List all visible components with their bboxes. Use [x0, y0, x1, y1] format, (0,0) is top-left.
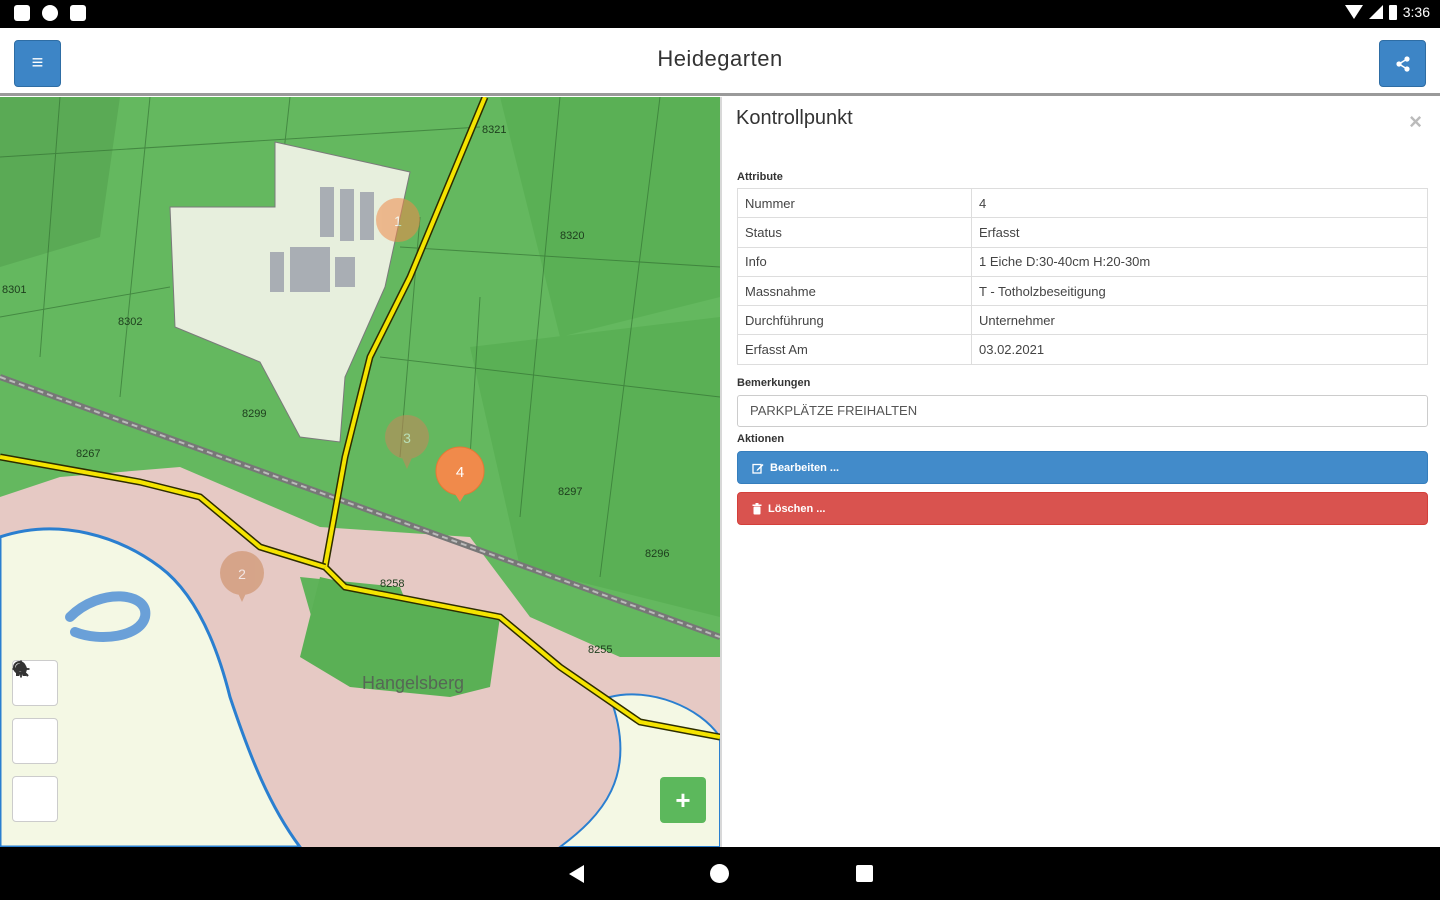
attribute-value: T - Totholzbeseitigung: [971, 275, 1428, 307]
attributes-heading: Attribute: [737, 171, 783, 183]
parcel-label: 8255: [588, 644, 612, 656]
table-row: Nummer 4: [737, 187, 1428, 219]
wifi-icon: [1344, 5, 1363, 19]
parcel-label: 8297: [558, 486, 582, 498]
notification-icon: [14, 5, 30, 21]
edit-icon: [752, 463, 764, 474]
edit-button-label: Bearbeiten ...: [770, 461, 840, 474]
table-row: Erfasst Am 03.02.2021: [737, 334, 1428, 365]
map-controls: [12, 660, 58, 834]
map-canvas[interactable]: 8321 8320 8302 8299 8297 8296 8258 8255 …: [0, 97, 720, 847]
share-button[interactable]: [1379, 40, 1426, 87]
app-bar: ≡ Heidegarten: [0, 28, 1440, 96]
status-bar-right: 3:36: [1344, 4, 1430, 20]
battery-icon: [1388, 4, 1397, 20]
marker-label: 3: [403, 430, 411, 446]
attribute-value: 03.02.2021: [971, 334, 1428, 365]
attribute-key: Info: [737, 246, 972, 277]
recent-apps-icon[interactable]: [856, 865, 873, 882]
attributes-table: Nummer 4 Status Erfasst Info 1 Eiche D:3…: [737, 187, 1428, 365]
table-row: Info 1 Eiche D:30-40cm H:20-30m: [737, 246, 1428, 277]
home-circle-icon[interactable]: [710, 864, 729, 883]
detail-panel: Kontrollpunkt × Attribute Nummer 4 Statu…: [720, 97, 1440, 847]
map-view[interactable]: 8321 8320 8302 8299 8297 8296 8258 8255 …: [0, 97, 720, 847]
panel-title: Kontrollpunkt: [736, 107, 853, 129]
parcel-label: 8258: [380, 578, 404, 590]
table-row: Durchführung Unternehmer: [737, 305, 1428, 336]
edit-button[interactable]: Bearbeiten ...: [737, 451, 1428, 484]
status-time: 3:36: [1402, 4, 1430, 20]
status-bar: 3:36: [0, 0, 1440, 28]
trash-icon: [752, 502, 762, 514]
plus-icon: +: [675, 784, 691, 815]
parcel-label: 8302: [118, 316, 142, 328]
delete-button[interactable]: Löschen ...: [737, 492, 1428, 525]
page-title: Heidegarten: [657, 46, 783, 71]
delete-button-label: Löschen ...: [768, 502, 826, 515]
parcel-label: 8320: [560, 230, 584, 242]
attribute-key: Status: [737, 217, 972, 248]
map-locate-button[interactable]: [12, 660, 58, 822]
parcel-label: 8321: [482, 124, 506, 136]
place-label: Hangelsberg: [362, 673, 464, 693]
sd-card-icon: [70, 5, 86, 21]
parcel-label: 8301: [2, 284, 26, 296]
locate-icon: [12, 660, 30, 678]
table-row: Massnahme T - Totholzbeseitigung: [737, 275, 1428, 307]
remarks-heading: Bemerkungen: [737, 377, 811, 389]
attribute-key: Durchführung: [737, 305, 972, 336]
attribute-key: Nummer: [737, 187, 972, 219]
attribute-key: Massnahme: [737, 275, 972, 307]
parcel-label: 8267: [76, 448, 100, 460]
navigation-bar: [0, 847, 1440, 900]
parcel-label: 8299: [242, 408, 266, 420]
signal-icon: [1368, 5, 1383, 19]
map-marker-1[interactable]: 1: [376, 198, 420, 242]
back-icon[interactable]: [569, 865, 584, 883]
attribute-key: Erfasst Am: [737, 334, 972, 365]
share-icon: [1395, 55, 1410, 72]
parcel-label: 8296: [645, 548, 669, 560]
marker-label: 1: [394, 213, 402, 229]
table-row: Status Erfasst: [737, 217, 1428, 248]
settings-icon: [42, 5, 58, 21]
marker-label: 2: [238, 566, 246, 582]
attribute-value: 4: [971, 187, 1428, 219]
remarks-field[interactable]: PARKPLÄTZE FREIHALTEN: [737, 395, 1428, 427]
actions-heading: Aktionen: [737, 433, 785, 445]
attribute-value: Erfasst: [971, 217, 1428, 248]
marker-label: 4: [456, 464, 464, 481]
map-home-button[interactable]: [12, 662, 58, 764]
status-bar-left-icons: [14, 5, 86, 21]
attribute-value: 1 Eiche D:30-40cm H:20-30m: [971, 246, 1428, 277]
close-icon[interactable]: ×: [1409, 109, 1422, 135]
add-point-button[interactable]: +: [660, 777, 706, 823]
attribute-value: Unternehmer: [971, 305, 1428, 336]
